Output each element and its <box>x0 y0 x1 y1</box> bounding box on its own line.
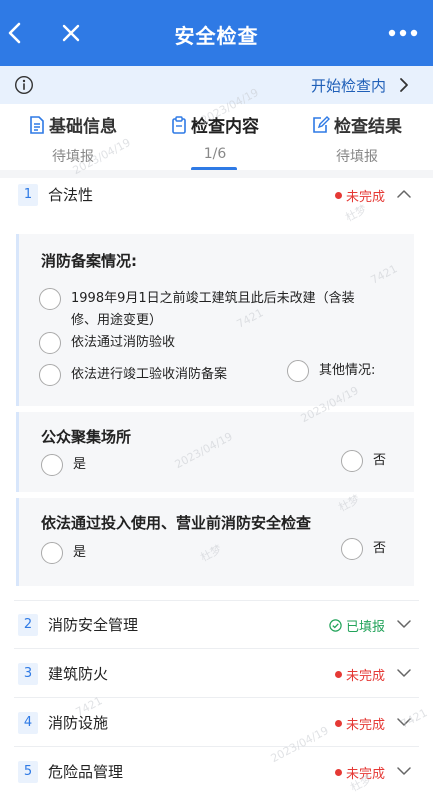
tab-bar: 基础信息 待填报 检查内容 1/6 检查结果 待填报 <box>0 104 433 171</box>
option-other[interactable]: 其他情况: <box>287 360 375 382</box>
option-label: 是 <box>73 457 87 472</box>
radio-button[interactable] <box>39 364 61 386</box>
section-row-building-fire[interactable]: 3 建筑防火 未完成 <box>14 655 419 695</box>
section-number: 4 <box>18 712 38 734</box>
tab-basic-info[interactable]: 基础信息 待填报 <box>8 112 138 168</box>
page-title: 安全检查 <box>174 24 259 48</box>
header-bar: 安全检查 <box>0 0 433 66</box>
status-badge: 未完成 <box>334 714 385 733</box>
question-title: 依法通过投入使用、营业前消防安全检查 <box>41 514 312 532</box>
section-number: 5 <box>18 761 38 783</box>
option-label: 否 <box>373 453 387 468</box>
question-fire-filing: 消防备案情况: 1998年9月1日之前竣工建筑且此后未改建（含装 修、用途变更） … <box>16 234 414 406</box>
option-label: 是 <box>73 545 87 560</box>
question-pre-opening-check: 依法通过投入使用、营业前消防安全检查 是 否 <box>16 498 414 586</box>
section-label: 建筑防火 <box>48 665 109 683</box>
info-icon[interactable] <box>14 75 34 95</box>
tab-sub: 1/6 <box>203 146 227 162</box>
option-yes[interactable]: 是 <box>41 454 86 476</box>
option-label: 依法通过消防验收 <box>71 335 176 350</box>
clipboard-icon <box>172 115 186 134</box>
tab-sub: 待填报 <box>336 149 378 165</box>
status-badge: 已填报 <box>329 616 385 635</box>
divider <box>14 600 419 601</box>
notice-bar: 开始检查内 <box>0 66 433 104</box>
check-circle-icon <box>329 619 342 632</box>
more-icon <box>388 29 418 37</box>
option-label: 1998年9月1日之前竣工建筑且此后未改建（含装 <box>71 291 355 306</box>
option-pre-1998[interactable]: 1998年9月1日之前竣工建筑且此后未改建（含装 修、用途变更） <box>39 288 355 332</box>
section-row-fire-facilities[interactable]: 4 消防设施 未完成 <box>14 704 419 744</box>
option-completion-filing[interactable]: 依法进行竣工验收消防备案 <box>39 364 227 386</box>
option-no[interactable]: 否 <box>341 450 386 472</box>
option-acceptance[interactable]: 依法通过消防验收 <box>39 332 175 354</box>
more-button[interactable] <box>385 18 421 48</box>
option-label: 否 <box>373 541 387 556</box>
edit-icon <box>313 115 330 133</box>
status-badge: 未完成 <box>334 665 385 684</box>
question-title: 公众聚集场所 <box>41 428 132 446</box>
radio-button[interactable] <box>39 332 61 354</box>
app-screen: 安全检查 开始检查内 基础信息 待填报 检查内容 1/6 检查结果 待填报 1 … <box>0 0 433 800</box>
chevron-down-icon[interactable] <box>397 766 411 776</box>
chevron-up-icon[interactable] <box>397 189 411 199</box>
section-number: 3 <box>18 663 38 685</box>
section-row-hazardous-goods[interactable]: 5 危险品管理 未完成 <box>14 753 419 793</box>
option-no[interactable]: 否 <box>341 538 386 560</box>
section-row-legality[interactable]: 1 合法性 未完成 <box>14 176 419 216</box>
radio-button[interactable] <box>41 454 63 476</box>
tab-label: 检查内容 <box>191 117 259 137</box>
section-label: 消防设施 <box>48 714 109 732</box>
divider <box>14 746 419 747</box>
chevron-right-icon[interactable] <box>397 77 411 93</box>
option-yes[interactable]: 是 <box>41 542 86 564</box>
option-label: 其他情况: <box>319 363 376 378</box>
section-label: 合法性 <box>48 186 94 204</box>
document-icon <box>30 115 44 134</box>
radio-button[interactable] <box>41 542 63 564</box>
tab-check-result[interactable]: 检查结果 待填报 <box>292 112 422 168</box>
question-title: 消防备案情况: <box>41 252 137 270</box>
chevron-down-icon[interactable] <box>397 619 411 629</box>
divider <box>14 697 419 698</box>
tab-sub: 待填报 <box>52 149 94 165</box>
section-number: 1 <box>18 184 38 206</box>
option-label-cont: 修、用途变更） <box>71 313 163 328</box>
tab-check-content[interactable]: 检查内容 1/6 <box>150 112 280 168</box>
radio-button[interactable] <box>287 360 309 382</box>
chevron-down-icon[interactable] <box>397 717 411 727</box>
section-number: 2 <box>18 614 38 636</box>
section-row-safety-management[interactable]: 2 消防安全管理 已填报 <box>14 606 419 646</box>
chevron-down-icon[interactable] <box>397 668 411 678</box>
tab-label: 基础信息 <box>49 117 117 137</box>
question-public-gathering: 公众聚集场所 是 否 <box>16 412 414 492</box>
option-label: 依法进行竣工验收消防备案 <box>71 367 228 382</box>
section-label: 危险品管理 <box>48 763 124 781</box>
radio-button[interactable] <box>39 288 61 310</box>
divider <box>14 648 419 649</box>
tab-label: 检查结果 <box>334 117 402 137</box>
start-check-link[interactable]: 开始检查内 <box>311 75 391 96</box>
status-badge: 未完成 <box>334 186 385 205</box>
radio-button[interactable] <box>341 538 363 560</box>
section-label: 消防安全管理 <box>48 616 139 634</box>
radio-button[interactable] <box>341 450 363 472</box>
status-badge: 未完成 <box>334 763 385 782</box>
